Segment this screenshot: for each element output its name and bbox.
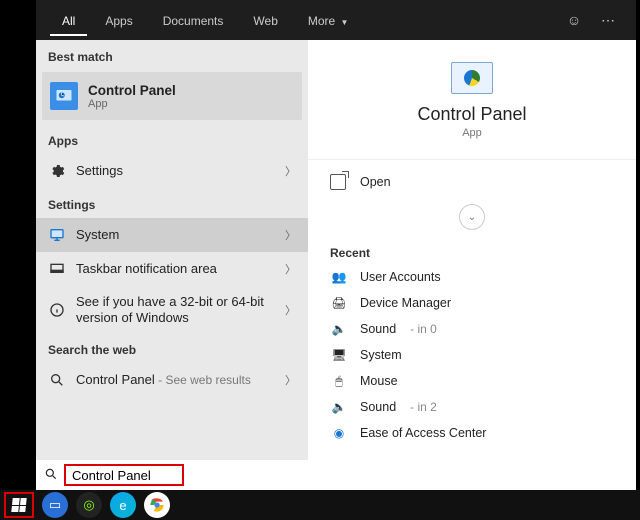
tab-all[interactable]: All bbox=[50, 4, 87, 36]
chevron-right-icon: 〉 bbox=[285, 163, 296, 179]
chevron-down-icon: ▼ bbox=[338, 18, 348, 27]
best-match-sub: App bbox=[88, 98, 176, 110]
taskbar: ▭ ◎ e bbox=[0, 490, 640, 520]
results-list: Best match Control Panel App Apps Settin… bbox=[36, 40, 308, 460]
preview-sub: App bbox=[308, 127, 636, 139]
section-best-match: Best match bbox=[36, 40, 308, 70]
result-label: System bbox=[76, 227, 296, 243]
tab-more[interactable]: More ▼ bbox=[296, 4, 360, 36]
recent-system[interactable]: 🖥 System bbox=[308, 342, 636, 368]
users-icon: 👥 bbox=[330, 269, 348, 285]
result-label: See if you have a 32-bit or 64-bit versi… bbox=[76, 294, 296, 325]
recent-label: Recent bbox=[308, 238, 636, 264]
result-system[interactable]: System 〉 bbox=[36, 218, 308, 252]
control-panel-large-icon bbox=[451, 62, 493, 94]
taskbar-icon bbox=[48, 260, 66, 278]
search-icon bbox=[44, 467, 58, 484]
taskbar-app-1[interactable]: ▭ bbox=[42, 492, 68, 518]
result-taskbar-notification[interactable]: Taskbar notification area 〉 bbox=[36, 252, 308, 286]
control-panel-icon bbox=[50, 82, 78, 110]
recent-sound-2[interactable]: 🔈 Sound - in 2 bbox=[308, 394, 636, 420]
taskbar-chrome[interactable] bbox=[144, 492, 170, 518]
open-action[interactable]: Open bbox=[308, 159, 636, 200]
recent-sound-0[interactable]: 🔈 Sound - in 0 bbox=[308, 316, 636, 342]
section-settings: Settings bbox=[36, 188, 308, 218]
best-match-item[interactable]: Control Panel App bbox=[42, 72, 302, 120]
chevron-down-icon: ⌄ bbox=[459, 204, 485, 230]
expand-toggle[interactable]: ⌄ bbox=[308, 200, 636, 238]
gear-icon bbox=[48, 162, 66, 180]
search-input[interactable] bbox=[64, 464, 184, 486]
result-settings-app[interactable]: Settings 〉 bbox=[36, 154, 308, 188]
result-label: Taskbar notification area bbox=[76, 261, 296, 277]
chevron-right-icon: 〉 bbox=[285, 372, 296, 388]
open-icon bbox=[330, 174, 346, 190]
start-button[interactable] bbox=[4, 492, 34, 518]
tab-documents[interactable]: Documents bbox=[151, 4, 236, 36]
taskbar-edge[interactable]: e bbox=[110, 492, 136, 518]
device-icon: 🖨 bbox=[330, 295, 348, 311]
speaker-icon: 🔈 bbox=[330, 399, 348, 415]
result-web-search[interactable]: Control Panel - See web results 〉 bbox=[36, 363, 308, 397]
recent-user-accounts[interactable]: 👥 User Accounts bbox=[308, 264, 636, 290]
info-icon bbox=[48, 301, 66, 319]
ease-of-access-icon: ◉ bbox=[330, 425, 348, 441]
recent-label-text: Mouse bbox=[360, 374, 398, 388]
best-match-title: Control Panel bbox=[88, 83, 176, 98]
search-bar bbox=[36, 460, 636, 490]
section-apps: Apps bbox=[36, 124, 308, 154]
tab-apps[interactable]: Apps bbox=[93, 4, 144, 36]
search-icon bbox=[48, 371, 66, 389]
result-32-64-bit[interactable]: See if you have a 32-bit or 64-bit versi… bbox=[36, 286, 308, 333]
mouse-icon: 🖱 bbox=[330, 373, 348, 389]
feedback-icon[interactable]: ☺ bbox=[560, 12, 588, 28]
chevron-right-icon: 〉 bbox=[285, 302, 296, 318]
recent-label-text: Device Manager bbox=[360, 296, 451, 310]
windows-logo-icon bbox=[11, 498, 26, 512]
recent-label-text: Ease of Access Center bbox=[360, 426, 486, 440]
tab-web[interactable]: Web bbox=[241, 4, 289, 36]
chevron-right-icon: 〉 bbox=[285, 261, 296, 277]
section-search-web: Search the web bbox=[36, 333, 308, 363]
result-label: Control Panel - See web results bbox=[76, 372, 296, 388]
preview-title: Control Panel bbox=[308, 104, 636, 125]
recent-mouse[interactable]: 🖱 Mouse bbox=[308, 368, 636, 394]
recent-label-text: System bbox=[360, 348, 402, 362]
chevron-right-icon: 〉 bbox=[285, 227, 296, 243]
more-options-icon[interactable]: ⋯ bbox=[594, 12, 622, 29]
recent-label-text: User Accounts bbox=[360, 270, 441, 284]
speaker-icon: 🔈 bbox=[330, 321, 348, 337]
recent-ease-of-access[interactable]: ◉ Ease of Access Center bbox=[308, 420, 636, 446]
start-search-panel: All Apps Documents Web More ▼ ☺ ⋯ Best m… bbox=[36, 0, 636, 460]
result-label: Settings bbox=[76, 163, 296, 179]
search-tabs: All Apps Documents Web More ▼ ☺ ⋯ bbox=[36, 0, 636, 40]
preview-pane: Control Panel App Open ⌄ Recent 👥 User A… bbox=[308, 40, 636, 460]
recent-device-manager[interactable]: 🖨 Device Manager bbox=[308, 290, 636, 316]
recent-label-text: Sound bbox=[360, 400, 396, 414]
monitor-icon bbox=[48, 226, 66, 244]
open-label: Open bbox=[360, 175, 391, 189]
recent-label-text: Sound bbox=[360, 322, 396, 336]
taskbar-app-2[interactable]: ◎ bbox=[76, 492, 102, 518]
monitor-icon: 🖥 bbox=[330, 347, 348, 363]
